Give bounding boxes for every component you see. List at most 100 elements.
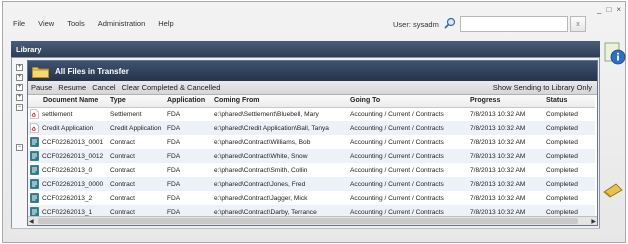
col-type[interactable]: Type	[108, 95, 165, 108]
cell-progress: 7/8/2013 10:32 AM	[468, 191, 544, 205]
pause-button[interactable]: Pause	[31, 83, 52, 92]
cell-type: Credit Application	[108, 121, 165, 135]
table-row[interactable]: CCF02262013_0 Contract FDA e:\phared\Contra…	[28, 163, 595, 177]
col-progress[interactable]: Progress	[468, 95, 544, 108]
cell-progress: 7/8/2013 10:32 AM	[468, 163, 544, 177]
cell-application: FDA	[165, 149, 212, 163]
col-application[interactable]: Application	[165, 95, 212, 108]
ticket-icon[interactable]	[602, 182, 624, 198]
tree-expander[interactable]: −	[16, 144, 23, 151]
cell-going-to: Accounting / Current / Contracts	[348, 149, 468, 163]
cell-going-to: Accounting / Current / Contracts	[348, 191, 468, 205]
cell-document-name: CCF02262013_0000	[28, 177, 108, 191]
cell-status: Completed	[544, 135, 595, 149]
table-row[interactable]: CCF02262013_0012 Contract FDA e:\phared\Con…	[28, 149, 595, 163]
cell-coming-from: e:\phared\Credit Application\Ball, Tanya	[212, 121, 348, 135]
transfer-dialog: All Files in Transfer Pause Resume Cance…	[27, 60, 598, 226]
cell-status: Completed	[544, 191, 595, 205]
cell-going-to: Accounting / Current / Contracts	[348, 135, 468, 149]
show-sending-toggle[interactable]: Show Sending to Library Only	[493, 83, 592, 92]
table-row[interactable]: CCF02262013_2 Contract FDA e:\phared\Contra…	[28, 191, 595, 205]
library-header: Library	[11, 41, 600, 57]
library-bottom-scrollbar[interactable]	[11, 228, 600, 238]
transfer-table: Document Name Type Application Coming Fr…	[28, 95, 595, 219]
transfer-title: All Files in Transfer	[55, 66, 129, 76]
col-coming-from[interactable]: Coming From	[212, 95, 348, 108]
scroll-right-icon[interactable]: ▶	[591, 218, 596, 225]
resume-button[interactable]: Resume	[58, 83, 86, 92]
document-name: CCF02262013_0000	[42, 180, 104, 188]
tree-expander[interactable]: +	[16, 94, 23, 101]
document-file-icon	[30, 193, 39, 203]
search-icon[interactable]	[444, 17, 456, 29]
document-name: CCF02262013_0001	[42, 138, 104, 146]
maximize-button[interactable]: □	[606, 5, 611, 14]
cell-document-name: settlement	[28, 107, 108, 121]
cell-type: Contract	[108, 191, 165, 205]
scrollbar-thumb[interactable]	[38, 218, 578, 224]
transfer-title-bar: All Files in Transfer	[28, 61, 597, 81]
cell-application: FDA	[165, 107, 212, 121]
menu-help[interactable]: Help	[158, 19, 173, 28]
cell-status: Completed	[544, 149, 595, 163]
document-file-icon	[30, 165, 39, 175]
tree-expander[interactable]: +	[16, 64, 23, 71]
cell-document-name: CCF02262013_0012	[28, 149, 108, 163]
cell-coming-from: e:\phared\Contract\Smith, Collin	[212, 163, 348, 177]
cell-coming-from: e:\phared\Contract\White, Snow	[212, 149, 348, 163]
document-name: CCF02262013_0012	[42, 152, 104, 160]
cell-going-to: Accounting / Current / Contracts	[348, 163, 468, 177]
cell-coming-from: e:\phared\Contract\Jones, Fred	[212, 177, 348, 191]
tree-expander[interactable]: +	[16, 74, 23, 81]
document-name: CCF02262013_1	[42, 208, 93, 216]
clear-completed-button[interactable]: Clear Completed & Cancelled	[122, 83, 221, 92]
minimize-button[interactable]: _	[597, 5, 601, 14]
table-row[interactable]: CCF02262013_0000 Contract FDA e:\phared\Con…	[28, 177, 595, 191]
clear-search-button[interactable]: x	[570, 16, 586, 32]
cell-document-name: CCF02262013_0001	[28, 135, 108, 149]
cell-type: Contract	[108, 177, 165, 191]
menu-tools[interactable]: Tools	[67, 19, 85, 28]
cell-progress: 7/8/2013 10:32 AM	[468, 177, 544, 191]
cell-coming-from: e:\phared\Contract\Williams, Bob	[212, 135, 348, 149]
cell-coming-from: e:\phared\Contract\Jagger, Mick	[212, 191, 348, 205]
user-label: User: sysadm	[393, 20, 439, 29]
cell-document-name: Credit Application	[28, 121, 108, 135]
cell-application: FDA	[165, 191, 212, 205]
cell-status: Completed	[544, 121, 595, 135]
window-controls: _ □ ×	[597, 5, 621, 14]
cell-application: FDA	[165, 121, 212, 135]
cell-progress: 7/8/2013 10:32 AM	[468, 121, 544, 135]
horizontal-scrollbar[interactable]: ◀ ▶	[28, 216, 597, 225]
menu-view[interactable]: View	[38, 19, 54, 28]
table-row[interactable]: CCF02262013_0001 Contract FDA e:\phared\Con…	[28, 135, 595, 149]
cell-status: Completed	[544, 177, 595, 191]
cell-going-to: Accounting / Current / Contracts	[348, 177, 468, 191]
tree-expander[interactable]: +	[16, 84, 23, 91]
cell-document-name: CCF02262013_2	[28, 191, 108, 205]
close-button[interactable]: ×	[616, 5, 621, 14]
scroll-left-icon[interactable]: ◀	[29, 218, 34, 225]
col-document-name[interactable]: Document Name	[28, 95, 108, 108]
menu-file[interactable]: File	[13, 19, 25, 28]
cell-type: Contract	[108, 163, 165, 177]
table-row[interactable]: settlement Settlement FDA e:\phared\Settlem…	[28, 107, 595, 121]
cell-type: Contract	[108, 149, 165, 163]
folder-icon	[32, 66, 49, 78]
col-status[interactable]: Status	[544, 95, 595, 108]
table-row[interactable]: Credit Application Credit Application FDA e…	[28, 121, 595, 135]
pdf-file-icon	[30, 109, 39, 120]
app-window: _ □ × File View Tools Administration Hel…	[2, 1, 626, 243]
col-going-to[interactable]: Going To	[348, 95, 468, 108]
cell-coming-from: e:\phared\Settlement\Bluebell, Mary	[212, 107, 348, 121]
cell-status: Completed	[544, 107, 595, 121]
search-input[interactable]	[460, 16, 568, 32]
info-icon[interactable]	[604, 42, 626, 66]
menu-administration[interactable]: Administration	[98, 19, 146, 28]
document-name: CCF02262013_0	[42, 166, 93, 174]
cell-application: FDA	[165, 177, 212, 191]
cell-type: Contract	[108, 135, 165, 149]
document-file-icon	[30, 137, 39, 147]
tree-expander[interactable]: −	[16, 104, 23, 111]
cancel-button[interactable]: Cancel	[92, 83, 115, 92]
